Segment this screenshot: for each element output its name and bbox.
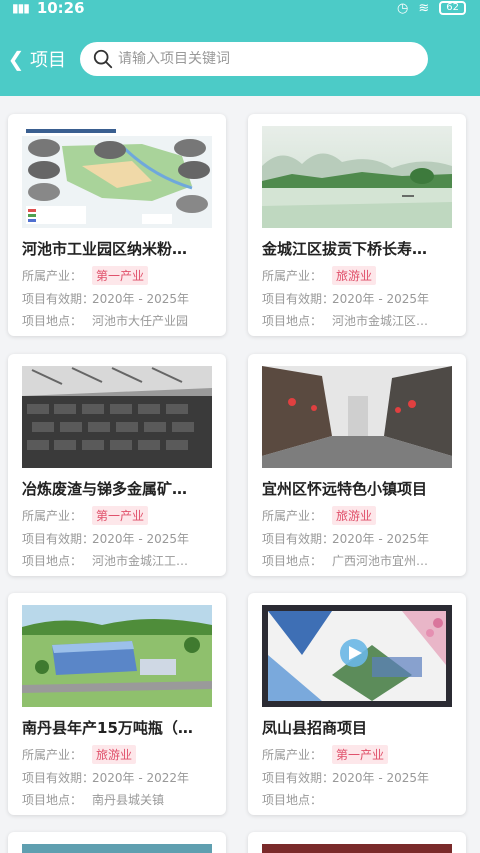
- industry-label: 所属产业：: [262, 509, 323, 523]
- project-card[interactable]: [248, 832, 466, 853]
- period-value: 2020年 - 2025年: [332, 292, 430, 306]
- period-row: 项目有效期： 2020年 - 2025年: [262, 769, 458, 786]
- industry-row: 所属产业： 第一产业: [22, 506, 218, 525]
- location-row: 项目地点：: [262, 791, 458, 808]
- industry-tag: 第一产业: [92, 266, 149, 285]
- project-title: 南丹县年产15万吨瓶（…: [22, 719, 193, 737]
- location-row: 项目地点： 河池市大任产业园: [22, 312, 218, 329]
- search-box[interactable]: [80, 42, 428, 76]
- industry-label: 所属产业：: [262, 748, 323, 762]
- industry-label: 所属产业：: [262, 269, 323, 283]
- period-value: 2020年 - 2025年: [92, 532, 190, 546]
- project-card[interactable]: 宜州区怀远特色小镇项目 所属产业： 旅游业 项目有效期： 2020年 - 202…: [248, 354, 466, 576]
- location-row: 项目地点： 广西河池市宜州…: [262, 552, 458, 569]
- period-value: 2020年 - 2025年: [332, 771, 430, 785]
- project-image: [22, 844, 212, 853]
- location-value: 广西河池市宜州…: [332, 554, 429, 568]
- industry-row: 所属产业： 旅游业: [22, 745, 218, 764]
- industry-tag: 第一产业: [332, 745, 389, 764]
- project-card[interactable]: [8, 832, 226, 853]
- project-title: 冶炼废渣与锑多金属矿…: [22, 480, 188, 498]
- period-label: 项目有效期：: [22, 532, 95, 546]
- period-value: 2020年 - 2025年: [92, 292, 190, 306]
- location-value: 河池市金城江区…: [332, 314, 429, 328]
- period-row: 项目有效期： 2020年 - 2025年: [262, 530, 458, 547]
- project-image: [262, 844, 452, 853]
- project-title: 河池市工业园区纳米粉…: [22, 240, 188, 258]
- project-image: [262, 366, 452, 468]
- alarm-icon: ◷: [397, 0, 409, 16]
- project-image: [22, 126, 212, 228]
- project-card[interactable]: 南丹县年产15万吨瓶（… 所属产业： 旅游业 项目有效期： 2020年 - 20…: [8, 593, 226, 815]
- top-bar: ❮ 项目: [0, 40, 480, 78]
- back-button[interactable]: ❮ 项目: [6, 40, 66, 78]
- location-label: 项目地点：: [262, 314, 323, 328]
- project-card[interactable]: 金城江区拔贡下桥长寿… 所属产业： 旅游业 项目有效期： 2020年 - 202…: [248, 114, 466, 336]
- industry-tag: 旅游业: [332, 506, 377, 525]
- industry-row: 所属产业： 旅游业: [262, 266, 458, 285]
- period-row: 项目有效期： 2020年 - 2025年: [22, 530, 218, 547]
- project-image: [22, 605, 212, 707]
- period-row: 项目有效期： 2020年 - 2025年: [262, 290, 458, 307]
- period-label: 项目有效期：: [22, 771, 95, 785]
- location-label: 项目地点：: [22, 793, 83, 807]
- location-row: 项目地点： 南丹县城关镇: [22, 791, 218, 808]
- period-label: 项目有效期：: [22, 292, 95, 306]
- project-title: 金城江区拔贡下桥长寿…: [262, 240, 428, 258]
- signal-icon: ▮▮▮: [12, 1, 30, 15]
- period-label: 项目有效期：: [262, 292, 335, 306]
- project-image: [262, 605, 452, 707]
- location-row: 项目地点： 河池市金城江工…: [22, 552, 218, 569]
- location-label: 项目地点：: [22, 554, 83, 568]
- chevron-left-icon: ❮: [7, 47, 25, 71]
- location-label: 项目地点：: [262, 793, 323, 807]
- industry-label: 所属产业：: [22, 269, 83, 283]
- status-time: 10:26: [36, 0, 85, 17]
- industry-tag: 第一产业: [92, 506, 149, 525]
- location-value: 河池市金城江工…: [92, 554, 189, 568]
- location-label: 项目地点：: [262, 554, 323, 568]
- period-label: 项目有效期：: [262, 771, 335, 785]
- project-card[interactable]: 凤山县招商项目 所属产业： 第一产业 项目有效期： 2020年 - 2025年 …: [248, 593, 466, 815]
- location-row: 项目地点： 河池市金城江区…: [262, 312, 458, 329]
- project-title: 宜州区怀远特色小镇项目: [262, 480, 428, 498]
- project-title: 凤山县招商项目: [262, 719, 368, 737]
- industry-tag: 旅游业: [332, 266, 377, 285]
- industry-row: 所属产业： 旅游业: [262, 506, 458, 525]
- project-card[interactable]: 冶炼废渣与锑多金属矿… 所属产业： 第一产业 项目有效期： 2020年 - 20…: [8, 354, 226, 576]
- period-value: 2020年 - 2022年: [92, 771, 190, 785]
- search-input[interactable]: [118, 51, 408, 67]
- industry-tag: 旅游业: [92, 745, 137, 764]
- project-image: [262, 126, 452, 228]
- project-card[interactable]: 河池市工业园区纳米粉… 所属产业： 第一产业 项目有效期： 2020年 - 20…: [8, 114, 226, 336]
- battery-icon: 62: [439, 1, 466, 15]
- location-value: 河池市大任产业园: [92, 314, 189, 328]
- industry-label: 所属产业：: [22, 509, 83, 523]
- page-title: 项目: [30, 50, 66, 71]
- period-row: 项目有效期： 2020年 - 2022年: [22, 769, 218, 786]
- status-bar: ▮▮▮ 10:26 ◷ ≋ 62: [0, 0, 480, 22]
- industry-row: 所属产业： 第一产业: [22, 266, 218, 285]
- location-value: 南丹县城关镇: [92, 793, 165, 807]
- location-label: 项目地点：: [22, 314, 83, 328]
- period-row: 项目有效期： 2020年 - 2025年: [22, 290, 218, 307]
- industry-label: 所属产业：: [22, 748, 83, 762]
- industry-row: 所属产业： 第一产业: [262, 745, 458, 764]
- header-bar: ▮▮▮ 10:26 ◷ ≋ 62 ❮ 项目: [0, 0, 480, 96]
- wifi-icon: ≋: [418, 0, 430, 16]
- period-label: 项目有效期：: [262, 532, 335, 546]
- search-icon: [93, 49, 113, 69]
- project-image: [22, 366, 212, 468]
- period-value: 2020年 - 2025年: [332, 532, 430, 546]
